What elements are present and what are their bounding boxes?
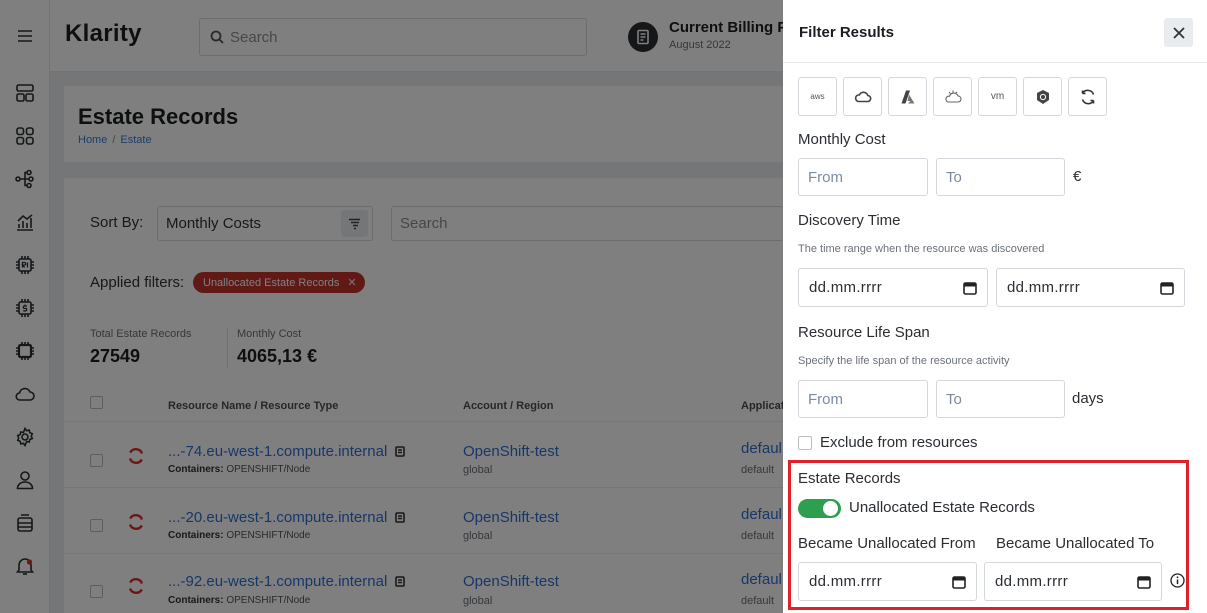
provider-openshift-button[interactable] (1068, 77, 1107, 116)
discovery-to-value: dd.mm.rrrr (1007, 279, 1080, 296)
modal-backdrop[interactable] (0, 0, 783, 613)
kubernetes-icon (1036, 89, 1049, 104)
openshift-icon (1081, 89, 1094, 104)
discovery-from-date[interactable]: dd.mm.rrrr (798, 268, 988, 307)
aws-icon: aws (810, 92, 825, 101)
discovery-to-date[interactable]: dd.mm.rrrr (996, 268, 1185, 307)
estate-records-highlight (788, 460, 1189, 610)
panel-divider (783, 62, 1207, 63)
discovery-from-value: dd.mm.rrrr (809, 279, 882, 296)
alibaba-cloud-icon (944, 90, 961, 103)
calendar-icon[interactable] (963, 281, 977, 295)
discovery-time-hint: The time range when the resource was dis… (798, 243, 1045, 255)
exclude-label: Exclude from resources (820, 434, 978, 451)
monthly-cost-to-input[interactable] (936, 158, 1065, 196)
provider-azure-button[interactable] (888, 77, 927, 116)
monthly-cost-from-input[interactable] (798, 158, 928, 196)
discovery-time-label: Discovery Time (798, 212, 901, 229)
gcp-icon (854, 91, 871, 102)
days-unit: days (1072, 390, 1104, 407)
exclude-checkbox[interactable] (798, 436, 812, 450)
close-button[interactable] (1164, 18, 1193, 47)
currency-unit: € (1073, 168, 1082, 185)
provider-alibaba-button[interactable] (933, 77, 972, 116)
life-span-to-input[interactable] (936, 380, 1065, 418)
provider-aws-button[interactable]: aws (798, 77, 837, 116)
filter-panel-title: Filter Results (799, 24, 895, 41)
vmware-icon: vm (990, 91, 1005, 102)
azure-icon (901, 90, 914, 103)
provider-kubernetes-button[interactable] (1023, 77, 1062, 116)
calendar-icon[interactable] (1160, 281, 1174, 295)
life-span-label: Resource Life Span (798, 324, 930, 341)
monthly-cost-filter-label: Monthly Cost (798, 131, 886, 148)
life-span-from-input[interactable] (798, 380, 928, 418)
provider-vmware-button[interactable]: vm (978, 77, 1017, 116)
life-span-hint: Specify the life span of the resource ac… (798, 355, 1010, 367)
close-icon (1172, 26, 1185, 39)
provider-gcp-button[interactable] (843, 77, 882, 116)
